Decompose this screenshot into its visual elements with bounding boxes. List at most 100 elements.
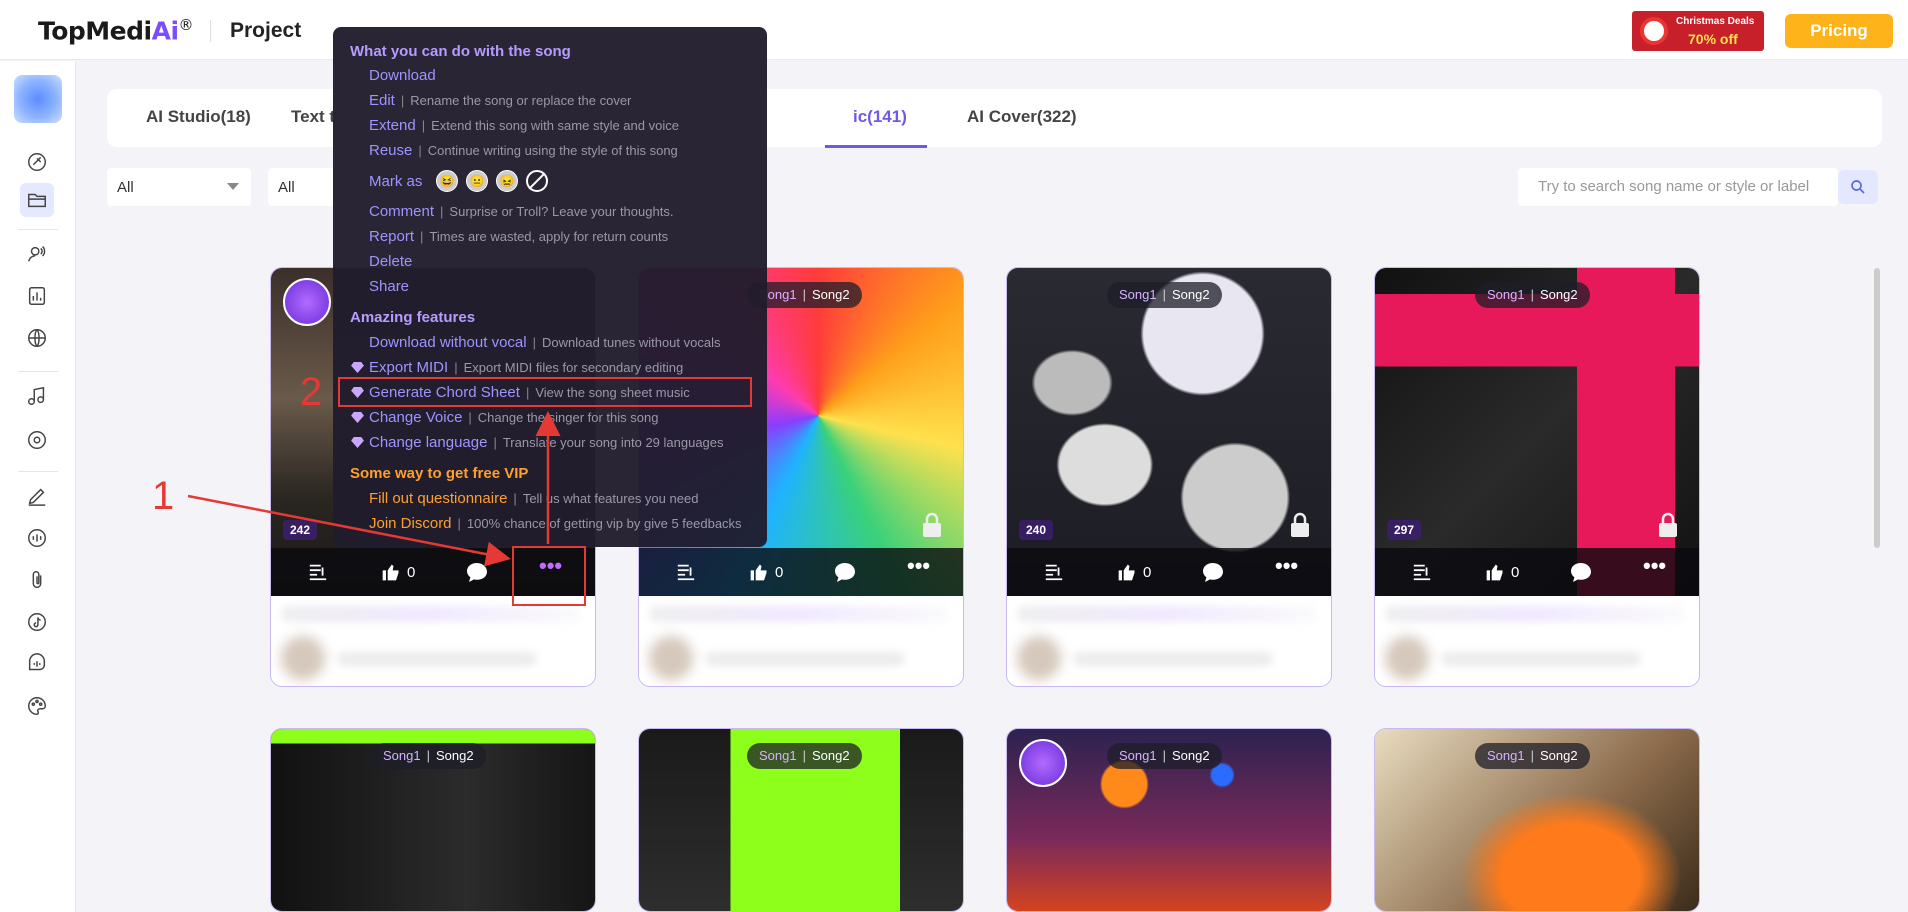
avatar[interactable] <box>14 75 62 123</box>
song2-tag: Song2 <box>1171 287 1210 302</box>
like-count: 0 <box>775 563 784 581</box>
sidebar-divider <box>18 371 58 372</box>
play-count-badge: 297 <box>1387 520 1422 540</box>
song-card[interactable]: Song1 | Song2 <box>1374 728 1700 912</box>
neutral-face-icon[interactable]: 😐 <box>466 170 489 192</box>
ban-icon[interactable] <box>526 170 549 192</box>
menu-item-reuse[interactable]: Reuse | Continue writing using the style o… <box>369 142 678 159</box>
comment-icon[interactable] <box>1201 560 1225 584</box>
menu-item-label: Extend <box>369 117 416 134</box>
tab-ai-studio[interactable]: AI Studio(18) <box>146 107 251 127</box>
lyrics-icon[interactable] <box>1043 560 1065 584</box>
menu-item-desc: Rename the song or replace the cover <box>410 93 632 108</box>
clip-icon[interactable] <box>24 567 50 593</box>
menu-item-desc: Translate your song into 29 languages <box>502 435 724 450</box>
song2-tag: Song2 <box>435 748 474 763</box>
song-card[interactable]: Song1 | Song2 <box>270 728 596 912</box>
voice-chat-icon[interactable] <box>24 651 50 677</box>
scrollbar[interactable] <box>1874 268 1880 548</box>
tiktok-icon[interactable] <box>24 609 50 635</box>
menu-item-download[interactable]: Download <box>369 67 436 84</box>
menu-item-edit[interactable]: Edit | Rename the song or replace the cove… <box>369 92 631 109</box>
menu-item-change-language[interactable]: Change language | Translate your song into… <box>369 434 724 451</box>
menu-item-label: Fill out questionnaire <box>369 490 508 507</box>
song-version-tags[interactable]: Song1 | Song2 <box>1475 282 1590 308</box>
song-version-tags[interactable]: Song1 | Song2 <box>1107 743 1222 769</box>
like-button[interactable]: 0 <box>1117 560 1151 584</box>
filter-select-1[interactable]: All <box>107 168 251 206</box>
folder-icon[interactable] <box>20 183 54 217</box>
menu-item-delete[interactable]: Delete <box>369 253 412 270</box>
menu-item-comment[interactable]: Comment | Surprise or Troll? Leave your th… <box>369 203 673 220</box>
menu-item-share[interactable]: Share <box>369 278 409 295</box>
song-version-tags[interactable]: Song1 | Song2 <box>1107 282 1222 308</box>
christmas-promo-banner[interactable]: Christmas Deals 70% off <box>1632 11 1764 51</box>
menu-item-join-discord[interactable]: Join Discord | 100% chance of getting vip … <box>369 515 742 532</box>
logo[interactable]: TopMediAi® <box>38 16 194 45</box>
menu-item-label: Download <box>369 67 436 84</box>
song-version-tags[interactable]: Song1 | Song2 <box>1475 743 1590 769</box>
promo-line2: 70% off <box>1688 31 1738 47</box>
song-card[interactable]: Song1 | Song2 <box>638 728 964 912</box>
menu-item-report[interactable]: Report | Times are wasted, apply for retur… <box>369 228 668 245</box>
ai-studio-icon[interactable] <box>24 149 50 175</box>
like-button[interactable]: 0 <box>381 560 415 584</box>
lyrics-icon[interactable] <box>307 560 329 584</box>
menu-item-extend[interactable]: Extend | Extend this song with same style … <box>369 117 679 134</box>
like-button[interactable]: 0 <box>1485 560 1519 584</box>
globe-icon[interactable] <box>24 325 50 351</box>
song-version-tags[interactable]: Song1 | Song2 <box>371 743 486 769</box>
palette-icon[interactable] <box>24 693 50 719</box>
diamond-icon <box>351 412 364 423</box>
annotation-step-2: 2 <box>300 370 323 414</box>
filter-select-2[interactable]: All <box>268 168 338 206</box>
laugh-face-icon[interactable]: 😆 <box>436 170 459 192</box>
card-actions: 0 ••• <box>639 548 963 596</box>
pen-icon[interactable] <box>24 483 50 509</box>
comment-icon[interactable] <box>465 560 489 584</box>
song1-tag: Song1 <box>383 748 421 763</box>
search-button[interactable] <box>1838 170 1878 204</box>
comment-icon[interactable] <box>1569 560 1593 584</box>
menu-item-questionnaire[interactable]: Fill out questionnaire | Tell us what feat… <box>369 490 698 507</box>
lock-icon <box>1659 512 1677 537</box>
tab-music[interactable]: ic(141) <box>853 107 907 127</box>
sad-face-icon[interactable]: 😖 <box>496 170 519 192</box>
song-card[interactable]: Song1 | Song2 297 0 ••• <box>1374 267 1700 687</box>
artist-avatar <box>1019 739 1067 787</box>
lyrics-icon[interactable] <box>1411 560 1433 584</box>
menu-item-label: Reuse <box>369 142 413 159</box>
comment-icon[interactable] <box>833 560 857 584</box>
like-button[interactable]: 0 <box>749 560 783 584</box>
menu-item-label: Report <box>369 228 415 245</box>
song-card[interactable]: Song1 | Song2 240 0 ••• <box>1006 267 1332 687</box>
voice-icon[interactable] <box>24 241 50 267</box>
filter-select-2-value: All <box>278 179 295 196</box>
chart-icon[interactable] <box>24 283 50 309</box>
play-count-badge: 242 <box>283 520 318 540</box>
song-card[interactable]: Song1 | Song2 <box>1006 728 1332 912</box>
menu-item-export-midi[interactable]: Export MIDI | Export MIDI files for second… <box>369 359 683 376</box>
menu-item-desc: 100% chance of getting vip by give 5 fee… <box>466 516 742 531</box>
tab-ai-cover[interactable]: AI Cover(322) <box>967 107 1077 127</box>
music-note-icon[interactable] <box>24 383 50 409</box>
tab-text[interactable]: Text t <box>291 107 335 127</box>
song2-tag: Song2 <box>1539 287 1578 302</box>
disc-icon[interactable] <box>24 427 50 453</box>
diamond-icon <box>351 437 364 448</box>
song1-tag: Song1 <box>1487 287 1525 302</box>
song-version-tags[interactable]: Song1 | Song2 <box>747 743 862 769</box>
pricing-button[interactable]: Pricing <box>1785 14 1893 48</box>
waveform-icon[interactable] <box>24 525 50 551</box>
search-input[interactable]: Try to search song name or style or labe… <box>1518 168 1838 206</box>
more-options-button[interactable]: ••• <box>1643 553 1666 578</box>
menu-item-desc: Times are wasted, apply for return count… <box>429 229 669 244</box>
menu-item-change-voice[interactable]: Change Voice | Change the singer for this … <box>369 409 658 426</box>
like-count: 0 <box>1511 563 1520 581</box>
lock-icon <box>923 512 941 537</box>
lyrics-icon[interactable] <box>675 560 697 584</box>
more-options-button[interactable]: ••• <box>907 553 930 578</box>
more-options-button[interactable]: ••• <box>1275 553 1298 578</box>
menu-item-download-without-vocal[interactable]: Download without vocal | Download tunes wi… <box>369 334 720 351</box>
menu-item-desc: Extend this song with same style and voi… <box>431 118 679 133</box>
